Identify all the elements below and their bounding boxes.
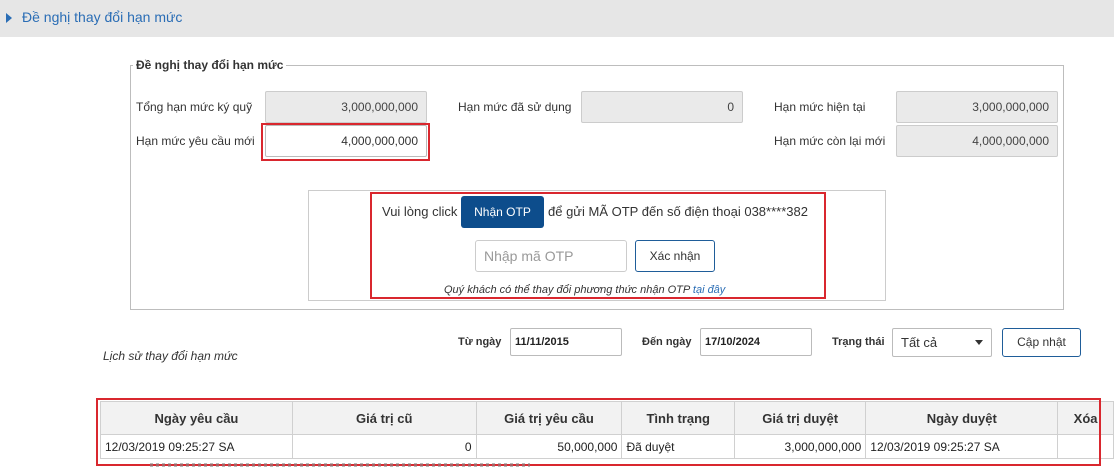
to-date-input[interactable]: 17/10/2024 [700,328,812,356]
status-select[interactable]: Tất cả [892,328,992,357]
otp-prefix-text: Vui lòng click [382,204,458,219]
otp-hint-text: Quý khách có thể thay đổi phương thức nh… [444,284,690,296]
otp-method-link[interactable]: tại đây [693,284,725,296]
remaining-limit-label: Hạn mức còn lại mới [774,134,886,148]
status-select-value: Tất cả [901,335,938,350]
from-date-label: Từ ngày [458,336,502,348]
requested-limit-highlight [261,123,430,161]
truncated-footnote [100,462,530,468]
get-otp-button[interactable]: Nhận OTP [461,196,544,228]
otp-hint: Quý khách có thể thay đổi phương thức nh… [444,284,725,296]
used-limit-label: Hạn mức đã sử dụng [458,100,572,114]
remaining-limit-field: 4,000,000,000 [896,125,1058,157]
current-limit-field: 3,000,000,000 [896,91,1058,123]
used-limit-field: 0 [581,91,743,123]
history-title: Lịch sử thay đổi hạn mức [103,349,238,363]
otp-input[interactable]: Nhập mã OTP [475,240,627,272]
status-label: Trạng thái [832,336,885,348]
total-deposit-limit-label: Tổng hạn mức ký quỹ [136,100,253,114]
total-deposit-limit-field: 3,000,000,000 [265,91,427,123]
otp-suffix-text: để gửi MÃ OTP đến số điện thoại 038****3… [548,204,808,219]
chevron-down-icon [975,340,983,345]
confirm-button[interactable]: Xác nhận [635,240,715,272]
expand-arrow-icon[interactable] [6,13,12,23]
fieldset-legend: Đề nghị thay đổi hạn mức [136,58,284,72]
to-date-label: Đến ngày [642,336,692,348]
from-date-input[interactable]: 11/11/2015 [510,328,622,356]
page-header: Đề nghị thay đổi hạn mức [0,0,1114,37]
current-limit-label: Hạn mức hiện tại [774,100,866,114]
requested-limit-label: Hạn mức yêu cầu mới [136,134,255,148]
update-button[interactable]: Cập nhật [1002,328,1081,357]
history-table-highlight [96,398,1101,466]
page-title[interactable]: Đề nghị thay đổi hạn mức [22,9,182,25]
